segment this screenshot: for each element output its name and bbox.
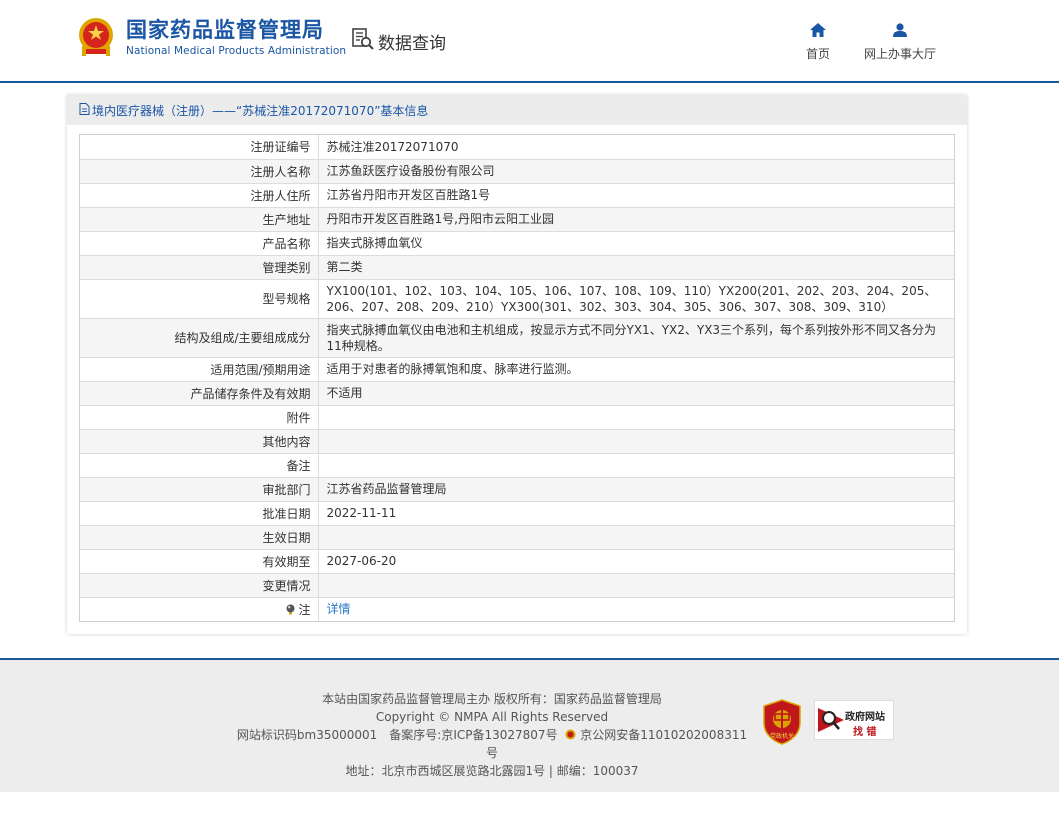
site-header: 国家药品监督管理局 National Medical Products Admi… [0,0,1059,83]
row-value: 江苏鱼跃医疗设备股份有限公司 [318,159,954,184]
row-value: 江苏省药品监督管理局 [318,477,954,502]
national-emblem-icon [76,16,116,58]
table-row: 产品名称 指夹式脉搏血氧仪 [80,231,954,256]
table-row: 生效日期 [80,525,954,550]
site-footer: 本站由国家药品监督管理局主办 版权所有：国家药品监督管理局 Copyright … [0,658,1059,792]
row-label: 其他内容 [80,429,319,454]
site-name-cn: 国家药品监督管理局 [126,18,324,42]
table-row: 附件 [80,405,954,430]
table-row: 变更情况 [80,573,954,598]
find-error-label: 找 错 [853,727,877,738]
row-value [318,573,954,598]
row-label: 注册证编号 [80,135,319,160]
row-value: 适用于对患者的脉搏氧饱和度、脉率进行监测。 [318,357,954,382]
nav-home-label: 首页 [806,47,831,61]
footer-host-line: 本站由国家药品监督管理局主办 版权所有：国家药品监督管理局 [322,692,662,706]
magnifier-icon [818,706,844,738]
row-value: 不适用 [318,381,954,406]
row-label: 生产地址 [80,207,319,232]
row-value [318,429,954,454]
site-logo[interactable]: 国家药品监督管理局 National Medical Products Admi… [76,16,346,58]
row-value [318,453,954,478]
row-label: 注 [298,602,311,617]
panel-title-bar: 境内医疗器械（注册）——“苏械注准20172071070”基本信息 [67,95,967,125]
user-icon [892,22,908,41]
data-query-label: 数据查询 [378,33,446,54]
table-row: 生产地址 丹阳市开发区百胜路1号,丹阳市云阳工业园 [80,207,954,232]
row-value: 2022-11-11 [318,501,954,526]
info-table: 注册证编号 苏械注准20172071070 注册人名称 江苏鱼跃医疗设备股份有限… [79,134,955,622]
table-row: 产品储存条件及有效期 不适用 [80,381,954,406]
party-govt-badge-text: 党政机关 [770,732,794,740]
row-label: 生效日期 [80,525,319,550]
row-value: 指夹式脉搏血氧仪由电池和主机组成，按显示方式不同分YX1、YX2、YX3三个系列… [318,318,954,358]
govt-site-label: 政府网站 [845,712,885,723]
nav-online-service-hall-label: 网上办事大厅 [864,47,937,61]
document-search-icon [352,28,374,54]
row-label: 型号规格 [80,279,319,319]
table-row: 注 详情 [80,597,954,621]
row-label: 有效期至 [80,549,319,574]
table-row: 审批部门 江苏省药品监督管理局 [80,477,954,502]
footer-text: 本站由国家药品监督管理局主办 版权所有：国家药品监督管理局 Copyright … [236,690,748,780]
table-row: 结构及组成/主要组成成分 指夹式脉搏血氧仪由电池和主机组成，按显示方式不同分YX… [80,318,954,358]
table-row: 批准日期 2022-11-11 [80,501,954,526]
data-query-link[interactable]: 数据查询 [352,28,446,54]
row-label: 适用范围/预期用途 [80,357,319,382]
row-value: 江苏省丹阳市开发区百胜路1号 [318,183,954,208]
footer-icp-record[interactable]: 网站标识码bm35000001 备案序号:京ICP备13027807号 [237,728,558,742]
row-value [318,405,954,430]
table-row: 管理类别 第二类 [80,255,954,280]
row-label: 变更情况 [80,573,319,598]
table-row: 型号规格 YX100(101、102、103、104、105、106、107、1… [80,279,954,319]
row-value: 苏械注准20172071070 [318,135,954,160]
row-label: 产品储存条件及有效期 [80,381,319,406]
party-govt-badge[interactable]: 党政机关 [762,699,802,749]
table-row: 其他内容 [80,429,954,454]
row-value: 丹阳市开发区百胜路1号,丹阳市云阳工业园 [318,207,954,232]
row-value: 2027-06-20 [318,549,954,574]
row-label: 管理类别 [80,255,319,280]
row-label: 备注 [80,453,319,478]
footer-copyright: Copyright © NMPA All Rights Reserved [375,710,609,724]
row-label: 附件 [80,405,319,430]
row-value: YX100(101、102、103、104、105、106、107、108、10… [318,279,954,319]
row-label: 注册人住所 [80,183,319,208]
table-row: 注册人住所 江苏省丹阳市开发区百胜路1号 [80,183,954,208]
table-row: 有效期至 2027-06-20 [80,549,954,574]
police-badge-icon [561,728,580,742]
panel-title: 境内医疗器械（注册）——“苏械注准20172071070”基本信息 [92,103,429,118]
row-value: 第二类 [318,255,954,280]
row-label: 审批部门 [80,477,319,502]
site-name-en: National Medical Products Administration [126,45,347,57]
row-label: 批准日期 [80,501,319,526]
row-label: 结构及组成/主要组成成分 [80,318,319,358]
details-link[interactable]: 详情 [327,602,351,616]
info-bulb-icon [286,603,299,617]
row-label: 注册人名称 [80,159,319,184]
table-row: 备注 [80,453,954,478]
table-row: 注册证编号 苏械注准20172071070 [80,135,954,160]
row-value: 指夹式脉搏血氧仪 [318,231,954,256]
footer-address: 地址：北京市西城区展览路北露园1号 | 邮编：100037 [345,764,639,778]
row-value [318,525,954,550]
footer-record-line: 网站标识码bm35000001 备案序号:京ICP备13027807号 京公网安… [236,726,748,762]
note-label-cell: 注 [80,597,319,621]
table-row: 注册人名称 江苏鱼跃医疗设备股份有限公司 [80,159,954,184]
detail-panel: 境内医疗器械（注册）——“苏械注准20172071070”基本信息 注册证编号 … [67,95,967,634]
home-icon [810,22,826,41]
document-icon [79,102,90,118]
nav-online-service-hall[interactable]: 网上办事大厅 [864,22,936,62]
row-label: 产品名称 [80,231,319,256]
govt-site-error-report-badge[interactable]: 政府网站 找 错 [814,700,894,740]
table-row: 适用范围/预期用途 适用于对患者的脉搏氧饱和度、脉率进行监测。 [80,357,954,382]
nav-home[interactable]: 首页 [806,22,830,62]
